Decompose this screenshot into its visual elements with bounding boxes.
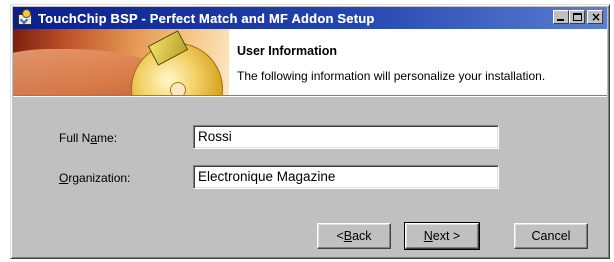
next-button[interactable]: Next > — [404, 222, 480, 250]
organization-input[interactable]: Electronique Magazine — [193, 165, 499, 189]
full-name-input[interactable]: Rossi — [193, 125, 499, 149]
window-controls: × — [553, 10, 603, 24]
minimize-button[interactable] — [553, 10, 569, 24]
banner-image — [13, 29, 229, 95]
setup-dialog: TouchChip BSP - Perfect Match and MF Add… — [10, 4, 610, 259]
close-button[interactable]: × — [587, 10, 603, 24]
banner-subtitle: The following information will personali… — [237, 69, 546, 83]
window-title: TouchChip BSP - Perfect Match and MF Add… — [38, 10, 375, 26]
cancel-button[interactable]: Cancel — [514, 223, 588, 249]
banner-title: User Information — [237, 44, 338, 58]
title-bar[interactable]: TouchChip BSP - Perfect Match and MF Add… — [13, 7, 607, 29]
organization-label: Organization: — [59, 171, 131, 185]
maximize-button[interactable] — [569, 10, 585, 24]
maximize-icon — [573, 13, 582, 21]
minimize-icon — [557, 19, 564, 21]
setup-app-icon[interactable] — [16, 9, 34, 27]
full-name-label: Full Name: — [59, 131, 118, 145]
close-icon: × — [590, 10, 602, 24]
header-banner: User Information The following informati… — [13, 29, 607, 97]
back-button[interactable]: < Back — [317, 223, 391, 249]
